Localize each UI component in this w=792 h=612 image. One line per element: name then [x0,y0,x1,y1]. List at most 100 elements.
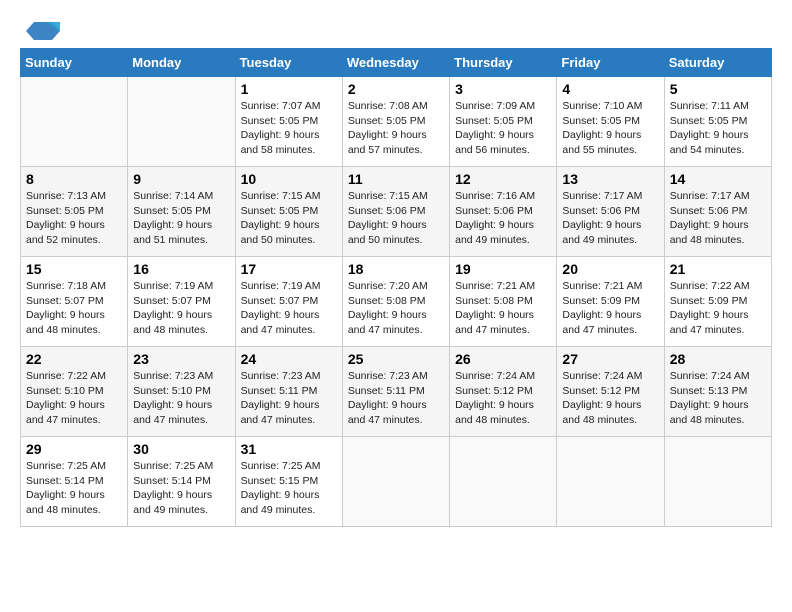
day-number: 22 [26,351,122,367]
calendar-week-row: 8 Sunrise: 7:13 AMSunset: 5:05 PMDaylight… [21,167,772,257]
calendar-cell: 3 Sunrise: 7:09 AMSunset: 5:05 PMDaylight… [450,77,557,167]
day-info: Sunrise: 7:13 AMSunset: 5:05 PMDaylight:… [26,189,122,248]
day-info: Sunrise: 7:16 AMSunset: 5:06 PMDaylight:… [455,189,551,248]
day-number: 3 [455,81,551,97]
calendar-cell: 19Sunrise: 7:21 AMSunset: 5:08 PMDayligh… [450,257,557,347]
calendar-cell: 16 Sunrise: 7:19 AMSunset: 5:07 PMDayligh… [128,257,235,347]
day-number: 29 [26,441,122,457]
calendar-cell: 24Sunrise: 7:23 AMSunset: 5:11 PMDayligh… [235,347,342,437]
calendar-cell: 12 Sunrise: 7:16 AMSunset: 5:06 PMDayligh… [450,167,557,257]
calendar-table: SundayMondayTuesdayWednesdayThursdayFrid… [20,48,772,527]
calendar-cell: 20Sunrise: 7:21 AMSunset: 5:09 PMDayligh… [557,257,664,347]
page-header [20,20,772,38]
day-info: Sunrise: 7:11 AMSunset: 5:05 PMDaylight:… [670,99,766,158]
calendar-cell [21,77,128,167]
day-number: 19 [455,261,551,277]
calendar-cell: 26 Sunrise: 7:24 AMSunset: 5:12 PMDayligh… [450,347,557,437]
calendar-cell: 1 Sunrise: 7:07 AMSunset: 5:05 PMDaylight… [235,77,342,167]
day-info: Sunrise: 7:23 AMSunset: 5:11 PMDaylight:… [348,369,444,428]
day-number: 28 [670,351,766,367]
day-info: Sunrise: 7:23 AMSunset: 5:11 PMDaylight:… [241,369,337,428]
calendar-week-row: 15 Sunrise: 7:18 AMSunset: 5:07 PMDayligh… [21,257,772,347]
day-number: 8 [26,171,122,187]
day-info: Sunrise: 7:08 AMSunset: 5:05 PMDaylight:… [348,99,444,158]
weekday-header-row: SundayMondayTuesdayWednesdayThursdayFrid… [21,49,772,77]
day-number: 17 [241,261,337,277]
day-number: 15 [26,261,122,277]
day-info: Sunrise: 7:19 AMSunset: 5:07 PMDaylight:… [241,279,337,338]
day-info: Sunrise: 7:22 AMSunset: 5:09 PMDaylight:… [670,279,766,338]
calendar-cell [342,437,449,527]
calendar-cell: 22 Sunrise: 7:22 AMSunset: 5:10 PMDayligh… [21,347,128,437]
day-number: 18 [348,261,444,277]
day-number: 12 [455,171,551,187]
day-info: Sunrise: 7:17 AMSunset: 5:06 PMDaylight:… [562,189,658,248]
calendar-cell: 9 Sunrise: 7:14 AMSunset: 5:05 PMDaylight… [128,167,235,257]
calendar-cell: 18 Sunrise: 7:20 AMSunset: 5:08 PMDayligh… [342,257,449,347]
calendar-week-row: 29 Sunrise: 7:25 AMSunset: 5:14 PMDayligh… [21,437,772,527]
day-number: 1 [241,81,337,97]
day-info: Sunrise: 7:17 AMSunset: 5:06 PMDaylight:… [670,189,766,248]
day-number: 10 [241,171,337,187]
day-info: Sunrise: 7:14 AMSunset: 5:05 PMDaylight:… [133,189,229,248]
calendar-cell: 29 Sunrise: 7:25 AMSunset: 5:14 PMDayligh… [21,437,128,527]
calendar-cell: 13 Sunrise: 7:17 AMSunset: 5:06 PMDayligh… [557,167,664,257]
day-info: Sunrise: 7:23 AMSunset: 5:10 PMDaylight:… [133,369,229,428]
calendar-cell: 14Sunrise: 7:17 AMSunset: 5:06 PMDayligh… [664,167,771,257]
calendar-cell [128,77,235,167]
day-number: 9 [133,171,229,187]
calendar-cell [557,437,664,527]
day-info: Sunrise: 7:24 AMSunset: 5:12 PMDaylight:… [562,369,658,428]
calendar-cell: 4Sunrise: 7:10 AMSunset: 5:05 PMDaylight… [557,77,664,167]
day-number: 26 [455,351,551,367]
weekday-header-monday: Monday [128,49,235,77]
day-info: Sunrise: 7:09 AMSunset: 5:05 PMDaylight:… [455,99,551,158]
day-info: Sunrise: 7:24 AMSunset: 5:12 PMDaylight:… [455,369,551,428]
calendar-cell: 28 Sunrise: 7:24 AMSunset: 5:13 PMDayligh… [664,347,771,437]
calendar-cell: 31 Sunrise: 7:25 AMSunset: 5:15 PMDayligh… [235,437,342,527]
day-info: Sunrise: 7:10 AMSunset: 5:05 PMDaylight:… [562,99,658,158]
calendar-cell: 30 Sunrise: 7:25 AMSunset: 5:14 PMDayligh… [128,437,235,527]
day-number: 25 [348,351,444,367]
weekday-header-wednesday: Wednesday [342,49,449,77]
day-number: 16 [133,261,229,277]
day-number: 13 [562,171,658,187]
weekday-header-thursday: Thursday [450,49,557,77]
day-number: 11 [348,171,444,187]
day-info: Sunrise: 7:20 AMSunset: 5:08 PMDaylight:… [348,279,444,338]
logo-icon [24,20,60,42]
day-number: 21 [670,261,766,277]
calendar-cell: 10 Sunrise: 7:15 AMSunset: 5:05 PMDayligh… [235,167,342,257]
weekday-header-sunday: Sunday [21,49,128,77]
weekday-header-friday: Friday [557,49,664,77]
day-info: Sunrise: 7:15 AMSunset: 5:06 PMDaylight:… [348,189,444,248]
day-info: Sunrise: 7:15 AMSunset: 5:05 PMDaylight:… [241,189,337,248]
day-info: Sunrise: 7:19 AMSunset: 5:07 PMDaylight:… [133,279,229,338]
day-number: 30 [133,441,229,457]
calendar-cell: 5 Sunrise: 7:11 AMSunset: 5:05 PMDaylight… [664,77,771,167]
day-info: Sunrise: 7:22 AMSunset: 5:10 PMDaylight:… [26,369,122,428]
day-number: 5 [670,81,766,97]
day-number: 31 [241,441,337,457]
day-number: 2 [348,81,444,97]
day-info: Sunrise: 7:07 AMSunset: 5:05 PMDaylight:… [241,99,337,158]
calendar-cell: 17 Sunrise: 7:19 AMSunset: 5:07 PMDayligh… [235,257,342,347]
weekday-header-saturday: Saturday [664,49,771,77]
calendar-cell: 21 Sunrise: 7:22 AMSunset: 5:09 PMDayligh… [664,257,771,347]
day-info: Sunrise: 7:18 AMSunset: 5:07 PMDaylight:… [26,279,122,338]
calendar-week-row: 1 Sunrise: 7:07 AMSunset: 5:05 PMDaylight… [21,77,772,167]
day-info: Sunrise: 7:25 AMSunset: 5:14 PMDaylight:… [26,459,122,518]
day-info: Sunrise: 7:21 AMSunset: 5:09 PMDaylight:… [562,279,658,338]
day-info: Sunrise: 7:24 AMSunset: 5:13 PMDaylight:… [670,369,766,428]
day-number: 23 [133,351,229,367]
calendar-cell [664,437,771,527]
weekday-header-tuesday: Tuesday [235,49,342,77]
calendar-cell: 11 Sunrise: 7:15 AMSunset: 5:06 PMDayligh… [342,167,449,257]
logo [20,20,60,38]
calendar-cell: 15 Sunrise: 7:18 AMSunset: 5:07 PMDayligh… [21,257,128,347]
day-info: Sunrise: 7:25 AMSunset: 5:14 PMDaylight:… [133,459,229,518]
calendar-cell: 27 Sunrise: 7:24 AMSunset: 5:12 PMDayligh… [557,347,664,437]
calendar-week-row: 22 Sunrise: 7:22 AMSunset: 5:10 PMDayligh… [21,347,772,437]
day-number: 27 [562,351,658,367]
day-info: Sunrise: 7:25 AMSunset: 5:15 PMDaylight:… [241,459,337,518]
